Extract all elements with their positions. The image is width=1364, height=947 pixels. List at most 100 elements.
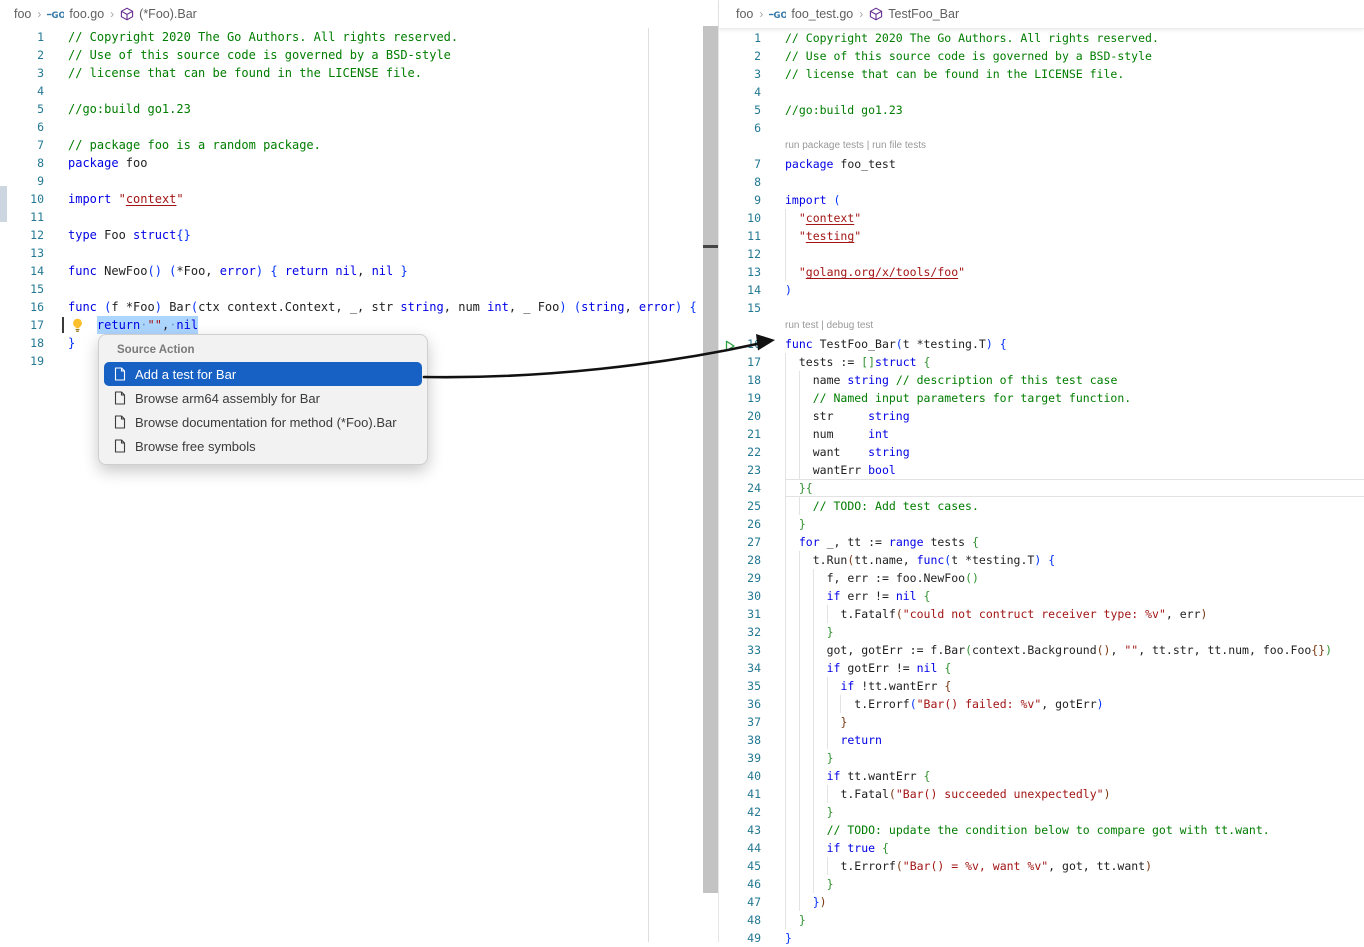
lightbulb-icon[interactable] (71, 318, 84, 333)
line-number[interactable]: 5 (719, 101, 761, 119)
line-number[interactable]: 37 (719, 713, 761, 731)
line-number[interactable]: 31 (719, 605, 761, 623)
code-line[interactable]: 7// package foo is a random package. (0, 136, 718, 154)
line-number[interactable]: 6 (0, 118, 44, 136)
codelens-row[interactable]: run test | debug test (719, 317, 1364, 335)
code-line[interactable]: 4 (0, 82, 718, 100)
code-line[interactable]: 16func (f *Foo) Bar(ctx context.Context,… (0, 298, 718, 316)
line-number[interactable]: 44 (719, 839, 761, 857)
code-line[interactable]: 17 tests := []struct { (719, 353, 1364, 371)
vertical-scrollbar[interactable] (703, 26, 718, 893)
line-number[interactable]: 12 (0, 226, 44, 244)
code-line[interactable]: 2// Use of this source code is governed … (719, 47, 1364, 65)
line-number[interactable]: 26 (719, 515, 761, 533)
line-number[interactable]: 1 (719, 29, 761, 47)
line-number[interactable]: 45 (719, 857, 761, 875)
line-number[interactable]: 3 (719, 65, 761, 83)
code-line[interactable]: 4 (719, 83, 1364, 101)
code-line[interactable]: 17 return·"",·nil (0, 316, 718, 334)
line-number[interactable]: 7 (0, 136, 44, 154)
menu-item[interactable]: Browse free symbols (104, 434, 422, 458)
line-number[interactable]: 15 (0, 280, 44, 298)
code-line[interactable]: 32 } (719, 623, 1364, 641)
breadcrumb[interactable]: foo›GOfoo_test.go›TestFoo_Bar (719, 0, 1364, 29)
line-number[interactable]: 16 (0, 298, 44, 316)
code-line[interactable]: 14func NewFoo() (*Foo, error) { return n… (0, 262, 718, 280)
line-number[interactable]: 46 (719, 875, 761, 893)
line-number[interactable]: 3 (0, 64, 44, 82)
code-line[interactable]: 27 for _, tt := range tests { (719, 533, 1364, 551)
line-number[interactable]: 22 (719, 443, 761, 461)
line-number[interactable]: 1 (0, 28, 44, 46)
code-line[interactable]: 20 str string (719, 407, 1364, 425)
code-line[interactable]: 1// Copyright 2020 The Go Authors. All r… (719, 29, 1364, 47)
code-line[interactable]: 10import "context" (0, 190, 718, 208)
code-line[interactable]: 9import ( (719, 191, 1364, 209)
code-line[interactable]: 48 } (719, 911, 1364, 929)
line-number[interactable]: 24 (719, 479, 761, 497)
code-line[interactable]: 22 want string (719, 443, 1364, 461)
breadcrumb-item[interactable]: (*Foo).Bar (139, 7, 197, 21)
menu-item[interactable]: Browse documentation for method (*Foo).B… (104, 410, 422, 434)
line-number[interactable]: 47 (719, 893, 761, 911)
line-number[interactable]: 2 (719, 47, 761, 65)
code-line[interactable]: 5//go:build go1.23 (719, 101, 1364, 119)
code-line[interactable]: 19 // Named input parameters for target … (719, 389, 1364, 407)
code-line[interactable]: 44 if true { (719, 839, 1364, 857)
code-line[interactable]: 24 }{ (719, 479, 1364, 497)
line-number[interactable]: 29 (719, 569, 761, 587)
code-line[interactable]: 39 } (719, 749, 1364, 767)
code-line[interactable]: 26 } (719, 515, 1364, 533)
line-number[interactable]: 13 (719, 263, 761, 281)
code-line[interactable]: 10 "context" (719, 209, 1364, 227)
breadcrumb-item[interactable]: foo (736, 7, 753, 21)
line-number[interactable]: 49 (719, 929, 761, 947)
code-line[interactable]: 46 } (719, 875, 1364, 893)
line-number[interactable]: 33 (719, 641, 761, 659)
line-number[interactable]: 39 (719, 749, 761, 767)
code-line[interactable]: 42 } (719, 803, 1364, 821)
line-number[interactable]: 21 (719, 425, 761, 443)
code-line[interactable]: 49} (719, 929, 1364, 947)
line-number[interactable]: 32 (719, 623, 761, 641)
line-number[interactable]: 19 (0, 352, 44, 370)
line-number[interactable]: 27 (719, 533, 761, 551)
code-line[interactable]: 13 (0, 244, 718, 262)
code-line[interactable]: 38 return (719, 731, 1364, 749)
line-number[interactable]: 10 (719, 209, 761, 227)
line-number[interactable]: 14 (719, 281, 761, 299)
code-line[interactable]: 40 if tt.wantErr { (719, 767, 1364, 785)
line-number[interactable]: 18 (0, 334, 44, 352)
code-line[interactable]: 34 if gotErr != nil { (719, 659, 1364, 677)
code-line[interactable]: 9 (0, 172, 718, 190)
breadcrumb-item[interactable]: foo (14, 7, 31, 21)
line-number[interactable]: 4 (719, 83, 761, 101)
code-line[interactable]: 35 if !tt.wantErr { (719, 677, 1364, 695)
code-line[interactable]: 6 (719, 119, 1364, 137)
code-editor[interactable]: 1// Copyright 2020 The Go Authors. All r… (0, 28, 718, 370)
line-number[interactable]: 11 (719, 227, 761, 245)
line-number[interactable]: 34 (719, 659, 761, 677)
line-number[interactable]: 8 (0, 154, 44, 172)
line-number[interactable]: 15 (719, 299, 761, 317)
line-number[interactable]: 36 (719, 695, 761, 713)
code-line[interactable]: 30 if err != nil { (719, 587, 1364, 605)
line-number[interactable]: 13 (0, 244, 44, 262)
code-line[interactable]: 43 // TODO: update the condition below t… (719, 821, 1364, 839)
codelens-links[interactable]: run package tests | run file tests (785, 137, 1364, 155)
line-number[interactable]: 7 (719, 155, 761, 173)
line-number[interactable]: 38 (719, 731, 761, 749)
code-line[interactable]: 45 t.Errorf("Bar() = %v, want %v", got, … (719, 857, 1364, 875)
code-line[interactable]: 41 t.Fatal("Bar() succeeded unexpectedly… (719, 785, 1364, 803)
codelens-row[interactable]: run package tests | run file tests (719, 137, 1364, 155)
code-line[interactable]: 33 got, gotErr := f.Bar(context.Backgrou… (719, 641, 1364, 659)
line-number[interactable]: 19 (719, 389, 761, 407)
code-line[interactable]: 15 (719, 299, 1364, 317)
line-number[interactable]: 17 (719, 353, 761, 371)
code-line[interactable]: 31 t.Fatalf("could not contruct receiver… (719, 605, 1364, 623)
breadcrumb-item[interactable]: foo_test.go (791, 7, 853, 21)
line-number[interactable]: 28 (719, 551, 761, 569)
line-number[interactable]: 17 (0, 316, 44, 334)
line-number[interactable]: 6 (719, 119, 761, 137)
code-line[interactable]: 3// license that can be found in the LIC… (0, 64, 718, 82)
